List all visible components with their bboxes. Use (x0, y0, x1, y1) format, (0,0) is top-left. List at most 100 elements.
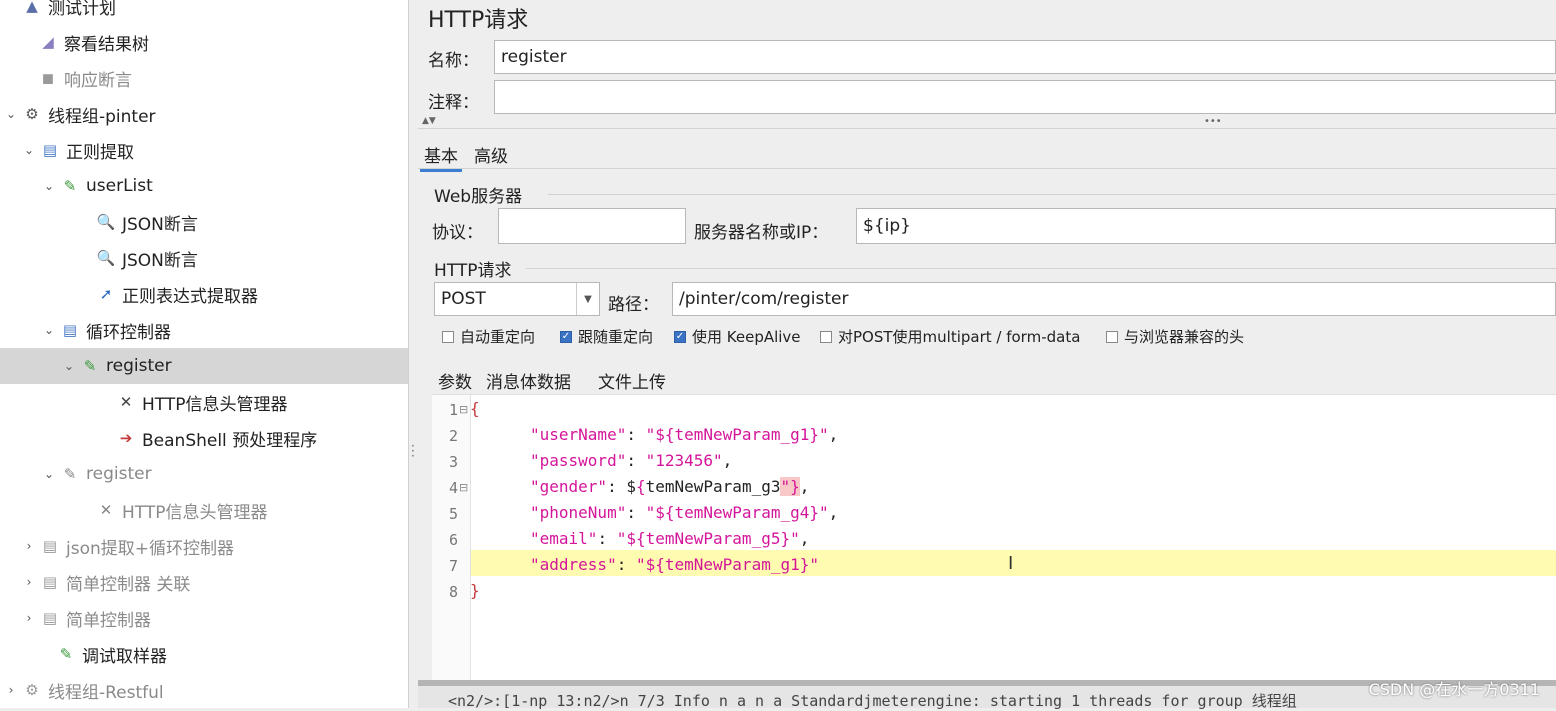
line-number: 8 (448, 583, 458, 601)
wrench-icon: ✕ (119, 393, 133, 411)
chevron-right-icon[interactable]: › (22, 539, 36, 553)
chevron-down-icon[interactable]: ⌄ (22, 143, 36, 157)
comment-label: 注释： (428, 93, 479, 113)
checkbox-checked-icon[interactable]: ✓ (560, 330, 572, 343)
collapse-arrows-icon[interactable]: ▲▼ (422, 116, 436, 126)
subtab-file-upload[interactable]: 文件上传 (594, 366, 670, 395)
tree-item[interactable]: ⌄ ✎ register (0, 456, 408, 492)
tree-item-label: 循环控制器 (86, 322, 171, 343)
tree-item-label: 简单控制器 关联 (66, 574, 191, 595)
gear-icon: ⚙ (25, 105, 39, 123)
tree-item[interactable]: ▲ 测试计划 (0, 0, 408, 24)
chevron-right-icon[interactable]: › (22, 575, 36, 589)
watermark: CSDN @在水一方0311 (1368, 680, 1540, 699)
method-select[interactable]: POST ▼ (434, 282, 600, 316)
checkbox-checked-icon[interactable]: ✓ (674, 330, 686, 343)
code-line-6: "email": "${temNewParam_g5}", (530, 529, 810, 548)
text-cursor-icon: I (1008, 553, 1014, 574)
splitter-grip-icon[interactable]: · · · (411, 440, 415, 462)
option-checkbox[interactable]: 自动重定向 (442, 326, 535, 347)
tree-item[interactable]: ⌄ ✎ userList (0, 168, 408, 204)
tab-advanced[interactable]: 高级 (470, 140, 512, 169)
tree-item[interactable]: ✕ HTTP信息头管理器 (0, 384, 408, 420)
tree-item[interactable]: ⌄ ▤ 循环控制器 (0, 312, 408, 348)
chevron-down-icon[interactable]: ▼ (576, 283, 599, 315)
tree-item[interactable]: › ▤ json提取+循环控制器 (0, 528, 408, 564)
tree-item[interactable]: › ▤ 简单控制器 关联 (0, 564, 408, 600)
chevron-down-icon[interactable]: ⌄ (42, 179, 56, 193)
controller-icon: ▤ (42, 609, 58, 627)
tree-item-label: BeanShell 预处理程序 (142, 430, 318, 451)
server-field[interactable]: ${ip} (856, 208, 1556, 244)
web-server-section-title: Web服务器 (434, 187, 523, 207)
http-request-section-title: HTTP请求 (434, 261, 512, 281)
pipette-icon: ✎ (63, 177, 77, 195)
preprocessor-icon: ➔ (119, 429, 133, 447)
line-number: 6 (448, 531, 458, 549)
option-checkbox-label: 对POST使用multipart / form-data (838, 328, 1081, 346)
divider-grip-icon[interactable]: ••• (1204, 116, 1222, 127)
chevron-down-icon[interactable]: ⌄ (62, 359, 76, 373)
tree-item-label: HTTP信息头管理器 (142, 394, 288, 415)
line-number: 1 (448, 401, 458, 419)
line-number: 3 (448, 453, 458, 471)
tree-item[interactable]: ➔ BeanShell 预处理程序 (0, 420, 408, 456)
flask-icon: ▲ (26, 0, 38, 15)
name-field[interactable]: register (494, 40, 1556, 74)
option-checkbox[interactable]: ✓ 跟随重定向 (560, 326, 653, 347)
tree-item-label: 正则表达式提取器 (122, 286, 258, 307)
comment-field[interactable] (494, 80, 1556, 114)
assertion-icon: ◼ (41, 69, 55, 87)
chevron-down-icon[interactable]: ⌄ (4, 107, 18, 121)
tree-item[interactable]: 🔍 JSON断言 (0, 240, 408, 276)
fold-toggle-icon[interactable]: ⊟ (459, 403, 468, 416)
tree-item-label: register (106, 356, 172, 376)
chevron-down-icon[interactable]: ⌄ (42, 467, 56, 481)
code-line-3: "password": "123456", (530, 451, 733, 470)
tree-item[interactable]: 🔍 JSON断言 (0, 204, 408, 240)
tree-item-label: HTTP信息头管理器 (122, 502, 268, 523)
checkbox-unchecked-icon[interactable] (1106, 330, 1118, 343)
chevron-right-icon[interactable]: › (22, 611, 36, 625)
tree-item[interactable]: ◼ 响应断言 (0, 60, 408, 96)
line-number: 4 (448, 479, 458, 497)
option-checkbox[interactable]: ✓ 使用 KeepAlive (674, 326, 801, 347)
option-checkbox-label: 跟随重定向 (578, 328, 654, 346)
method-select-value: POST (441, 289, 486, 309)
option-checkbox[interactable]: 对POST使用multipart / form-data (820, 326, 1080, 347)
extractor-icon: ➚ (99, 285, 113, 303)
subtab-parameters[interactable]: 参数 (434, 366, 476, 395)
tree-item[interactable]: ✎ 调试取样器 (0, 636, 408, 672)
protocol-field[interactable] (498, 208, 686, 244)
line-number: 5 (448, 505, 458, 523)
pipette-icon: ✎ (63, 465, 77, 483)
checkbox-unchecked-icon[interactable] (442, 330, 454, 343)
magnifier-icon: 🔍 (96, 249, 116, 267)
tree-item[interactable]: › ▤ 简单控制器 (0, 600, 408, 636)
chart-icon: ◢ (42, 33, 54, 51)
body-data-editor[interactable]: 1 ⊟ 2 3 4 ⊟ 5 6 7 8 { "userName": "${temNewParam_… (432, 394, 1556, 681)
code-line-1: { (470, 399, 480, 418)
tree-item[interactable]: ⌄ ⚙ 线程组-pinter (0, 96, 408, 132)
fold-toggle-icon[interactable]: ⊟ (459, 481, 468, 494)
checkbox-unchecked-icon[interactable] (820, 330, 832, 343)
tree-item[interactable]: ⌄ ▤ 正则提取 (0, 132, 408, 168)
tree-item[interactable]: ➚ 正则表达式提取器 (0, 276, 408, 312)
path-field[interactable]: /pinter/com/register (672, 282, 1556, 316)
tree-item-label: register (86, 464, 152, 484)
chevron-right-icon[interactable]: › (4, 683, 18, 697)
tree-item[interactable]: ◢ 察看结果树 (0, 24, 408, 60)
chevron-down-icon[interactable]: ⌄ (42, 323, 56, 337)
option-checkbox[interactable]: 与浏览器兼容的头 (1106, 326, 1244, 347)
tree-item[interactable]: ⌄ ✎ register (0, 348, 408, 384)
tree-item[interactable]: ✕ HTTP信息头管理器 (0, 492, 408, 528)
option-checkbox-label: 自动重定向 (460, 328, 536, 346)
tree-item[interactable]: › ⚙ 线程组-Restful (0, 672, 408, 708)
